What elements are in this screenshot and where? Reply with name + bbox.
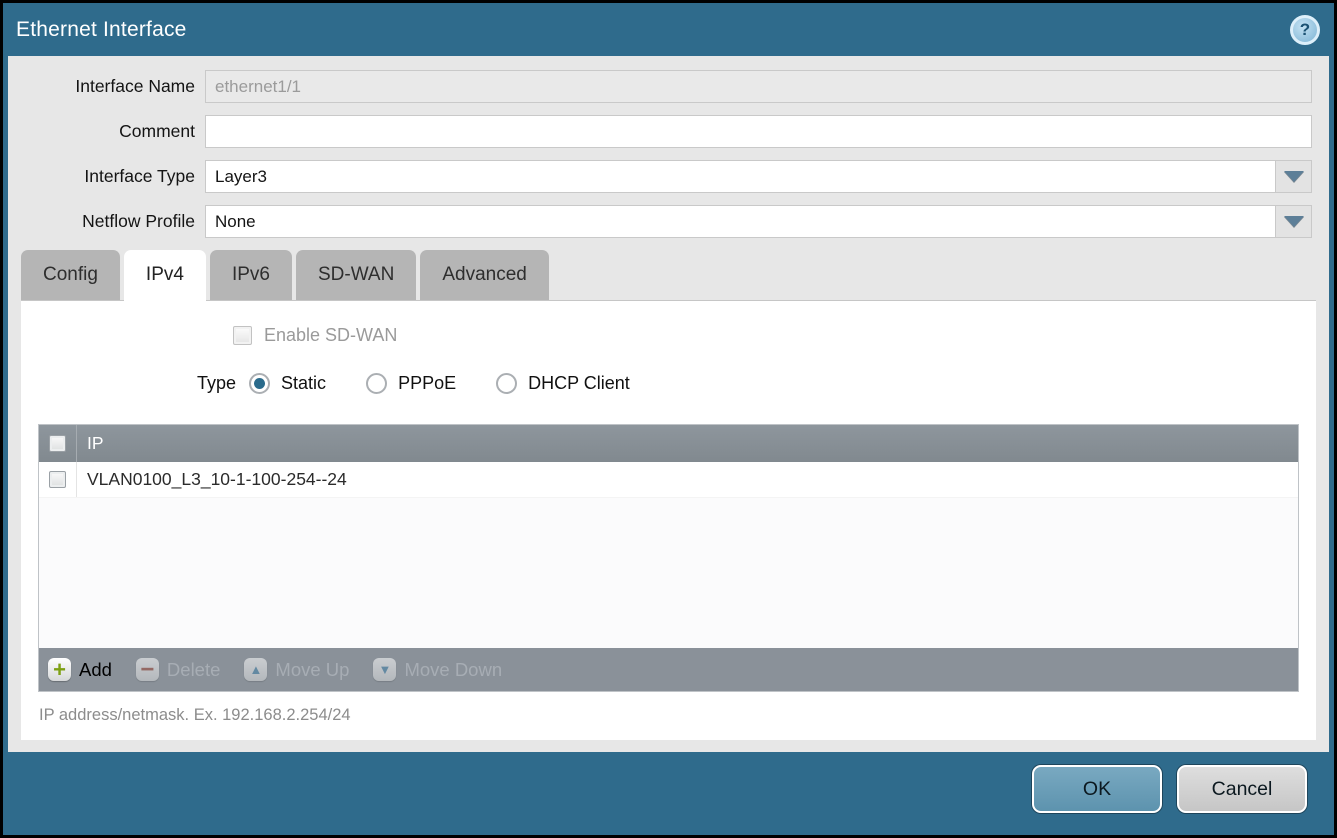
plus-icon: +	[48, 658, 71, 681]
chevron-down-icon	[1284, 216, 1304, 227]
radio-static[interactable]	[249, 373, 270, 394]
enable-sdwan-label: Enable SD-WAN	[264, 325, 397, 346]
ip-table-toolbar: + Add − Delete ▲ Move Up ▼	[39, 648, 1298, 691]
ip-column-header: IP	[77, 433, 104, 454]
arrow-down-icon: ▼	[373, 658, 396, 681]
ip-helper-text: IP address/netmask. Ex. 192.168.2.254/24	[39, 706, 1316, 725]
ip-table-header: IP	[39, 425, 1298, 462]
form-row-interface-type: Interface Type Layer3	[8, 160, 1312, 193]
delete-button-label: Delete	[167, 659, 220, 681]
form-row-netflow-profile: Netflow Profile None	[8, 205, 1312, 238]
row-checkbox[interactable]	[49, 471, 66, 488]
select-all-checkbox[interactable]	[49, 435, 66, 452]
comment-field[interactable]	[205, 115, 1312, 148]
ethernet-interface-dialog: Ethernet Interface ? Interface Name Comm…	[0, 0, 1337, 838]
enable-sdwan-checkbox	[233, 326, 252, 345]
chevron-down-icon	[1284, 171, 1304, 182]
tab-ipv4[interactable]: IPv4	[124, 250, 206, 301]
radio-static-label: Static	[281, 373, 326, 394]
comment-label: Comment	[8, 121, 205, 142]
tab-config[interactable]: Config	[21, 250, 120, 300]
dialog-titlebar: Ethernet Interface ?	[3, 3, 1334, 56]
dialog-body: Interface Name Comment Interface Type	[8, 56, 1329, 752]
interface-type-dropdown-button[interactable]	[1275, 161, 1311, 192]
type-radio-group: Type Static PPPoE DHCP Client	[197, 373, 1316, 394]
add-button[interactable]: + Add	[48, 658, 112, 681]
netflow-profile-dropdown-button[interactable]	[1275, 206, 1311, 237]
help-icon[interactable]: ?	[1290, 15, 1320, 45]
cancel-button[interactable]: Cancel	[1177, 765, 1307, 813]
tab-ipv6[interactable]: IPv6	[210, 250, 292, 300]
netflow-profile-label: Netflow Profile	[8, 211, 205, 232]
radio-pppoe[interactable]	[366, 373, 387, 394]
interface-type-value: Layer3	[206, 161, 1275, 192]
row-checkbox-cell	[39, 462, 77, 497]
move-up-button-label: Move Up	[275, 659, 349, 681]
interface-name-field	[205, 70, 1312, 103]
form-row-interface-name: Interface Name	[8, 70, 1312, 103]
netflow-profile-dropdown[interactable]: None	[205, 205, 1312, 238]
form-row-comment: Comment	[8, 115, 1312, 148]
select-all-cell	[39, 425, 77, 462]
move-up-button: ▲ Move Up	[244, 658, 349, 681]
interface-type-dropdown[interactable]: Layer3	[205, 160, 1312, 193]
table-row[interactable]: VLAN0100_L3_10-1-100-254--24	[39, 462, 1298, 498]
tab-advanced[interactable]: Advanced	[420, 250, 549, 300]
ipv4-tab-panel: Enable SD-WAN Type Static PPPoE DHCP Cli…	[21, 300, 1316, 740]
ip-table: IP VLAN0100_L3_10-1-100-254--24 +	[38, 424, 1299, 692]
minus-icon: −	[136, 658, 159, 681]
move-down-button: ▼ Move Down	[373, 658, 502, 681]
interface-type-label: Interface Type	[8, 166, 205, 187]
tab-bar: Config IPv4 IPv6 SD-WAN Advanced	[21, 250, 1329, 300]
radio-dhcp-client-label: DHCP Client	[528, 373, 630, 394]
delete-button: − Delete	[136, 658, 220, 681]
radio-dhcp-client[interactable]	[496, 373, 517, 394]
radio-pppoe-label: PPPoE	[398, 373, 456, 394]
dialog-title: Ethernet Interface	[16, 3, 187, 56]
help-glyph: ?	[1300, 20, 1310, 40]
row-ip-value: VLAN0100_L3_10-1-100-254--24	[77, 469, 347, 490]
tab-sd-wan[interactable]: SD-WAN	[296, 250, 416, 300]
dialog-footer: OK Cancel	[3, 752, 1334, 835]
ip-table-body: VLAN0100_L3_10-1-100-254--24	[39, 462, 1298, 648]
netflow-profile-value: None	[206, 206, 1275, 237]
type-label: Type	[197, 373, 236, 394]
interface-form: Interface Name Comment Interface Type	[8, 56, 1329, 238]
move-down-button-label: Move Down	[404, 659, 502, 681]
arrow-up-icon: ▲	[244, 658, 267, 681]
dialog-frame: Ethernet Interface ? Interface Name Comm…	[3, 3, 1334, 835]
enable-sdwan-row: Enable SD-WAN	[21, 301, 1316, 347]
add-button-label: Add	[79, 659, 112, 681]
ok-button[interactable]: OK	[1032, 765, 1162, 813]
interface-name-label: Interface Name	[8, 76, 205, 97]
